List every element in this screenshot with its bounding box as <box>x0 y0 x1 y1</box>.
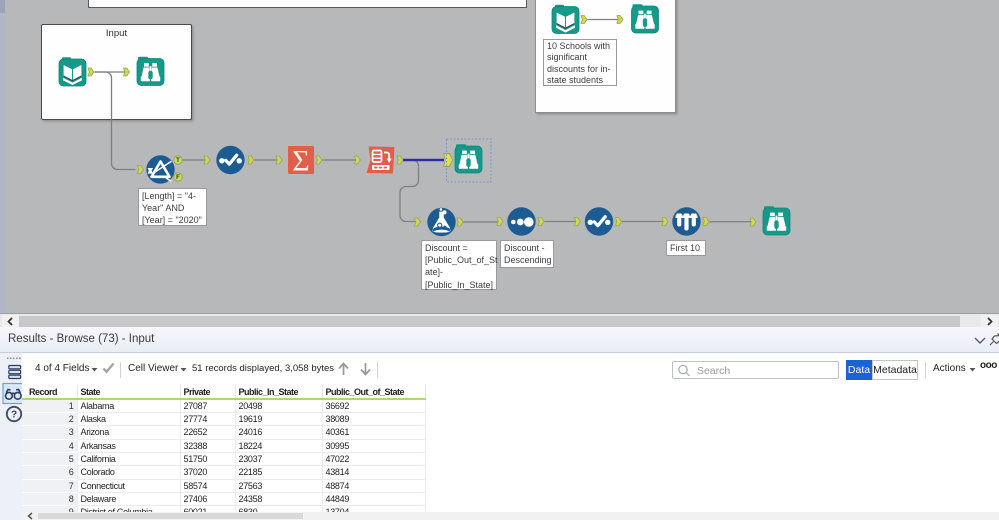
svg-text:?: ? <box>11 410 17 421</box>
svg-text:T: T <box>176 158 180 164</box>
svg-text:Σ: Σ <box>292 145 309 178</box>
svg-text:F: F <box>176 175 180 181</box>
